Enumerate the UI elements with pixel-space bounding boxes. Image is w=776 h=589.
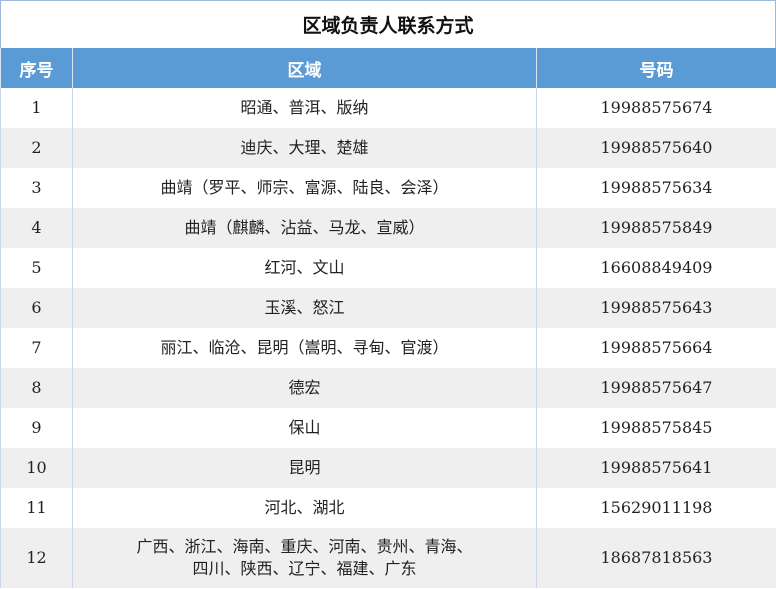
- row-seq: 7: [0, 328, 73, 368]
- row-phone: 19988575647: [536, 368, 776, 408]
- table-row: 5 红河、文山 16608849409: [0, 248, 776, 288]
- contact-table: 序号 区域 号码 1 昭通、普洱、版纳 19988575674 2 迪庆、大理、…: [0, 48, 776, 588]
- row-phone: 19988575674: [536, 88, 776, 128]
- row-seq: 9: [0, 408, 73, 448]
- row-seq: 2: [0, 128, 73, 168]
- row-region: 红河、文山: [72, 248, 537, 288]
- row-region: 广西、浙江、海南、重庆、河南、贵州、青海、 四川、陕西、辽宁、福建、广东: [72, 528, 537, 588]
- table-row: 4 曲靖（麒麟、沾益、马龙、宣威） 19988575849: [0, 208, 776, 248]
- row-region: 曲靖（麒麟、沾益、马龙、宣威）: [72, 208, 537, 248]
- row-phone: 18687818563: [536, 528, 776, 588]
- row-phone: 15629011198: [536, 488, 776, 528]
- row-region: 昆明: [72, 448, 537, 488]
- table-row: 3 曲靖（罗平、师宗、富源、陆良、会泽） 19988575634: [0, 168, 776, 208]
- row-seq: 6: [0, 288, 73, 328]
- row-phone: 19988575641: [536, 448, 776, 488]
- table-row: 1 昭通、普洱、版纳 19988575674: [0, 88, 776, 128]
- table-row: 6 玉溪、怒江 19988575643: [0, 288, 776, 328]
- table-row: 11 河北、湖北 15629011198: [0, 488, 776, 528]
- row-seq: 11: [0, 488, 73, 528]
- row-seq: 10: [0, 448, 73, 488]
- table-row: 7 丽江、临沧、昆明（嵩明、寻甸、官渡） 19988575664: [0, 328, 776, 368]
- row-phone: 19988575664: [536, 328, 776, 368]
- row-seq: 1: [0, 88, 73, 128]
- table-header-row: 序号 区域 号码: [0, 48, 776, 88]
- table-row: 2 迪庆、大理、楚雄 19988575640: [0, 128, 776, 168]
- row-seq: 5: [0, 248, 73, 288]
- table-row: 9 保山 19988575845: [0, 408, 776, 448]
- row-phone: 19988575640: [536, 128, 776, 168]
- row-seq: 3: [0, 168, 73, 208]
- row-region-line-2: 四川、陕西、辽宁、福建、广东: [192, 559, 417, 578]
- header-seq: 序号: [0, 48, 73, 88]
- row-seq: 12: [0, 528, 73, 588]
- table-row: 12 广西、浙江、海南、重庆、河南、贵州、青海、 四川、陕西、辽宁、福建、广东 …: [0, 528, 776, 588]
- row-phone: 19988575849: [536, 208, 776, 248]
- contact-sheet: 区域负责人联系方式 序号 区域 号码 1 昭通、普洱、版纳 1998857567…: [0, 0, 776, 589]
- row-region: 迪庆、大理、楚雄: [72, 128, 537, 168]
- row-seq: 4: [0, 208, 73, 248]
- table-row: 8 德宏 19988575647: [0, 368, 776, 408]
- row-region-line-1: 广西、浙江、海南、重庆、河南、贵州、青海、: [136, 537, 473, 556]
- row-phone: 19988575643: [536, 288, 776, 328]
- header-phone: 号码: [536, 48, 776, 88]
- table-row: 10 昆明 19988575641: [0, 448, 776, 488]
- row-region: 昭通、普洱、版纳: [72, 88, 537, 128]
- row-region: 保山: [72, 408, 537, 448]
- row-region: 河北、湖北: [72, 488, 537, 528]
- row-phone: 19988575634: [536, 168, 776, 208]
- row-seq: 8: [0, 368, 73, 408]
- row-region: 丽江、临沧、昆明（嵩明、寻甸、官渡）: [72, 328, 537, 368]
- row-phone: 16608849409: [536, 248, 776, 288]
- header-region: 区域: [72, 48, 537, 88]
- row-region: 玉溪、怒江: [72, 288, 537, 328]
- row-phone: 19988575845: [536, 408, 776, 448]
- row-region: 德宏: [72, 368, 537, 408]
- sheet-title: 区域负责人联系方式: [0, 0, 776, 48]
- row-region: 曲靖（罗平、师宗、富源、陆良、会泽）: [72, 168, 537, 208]
